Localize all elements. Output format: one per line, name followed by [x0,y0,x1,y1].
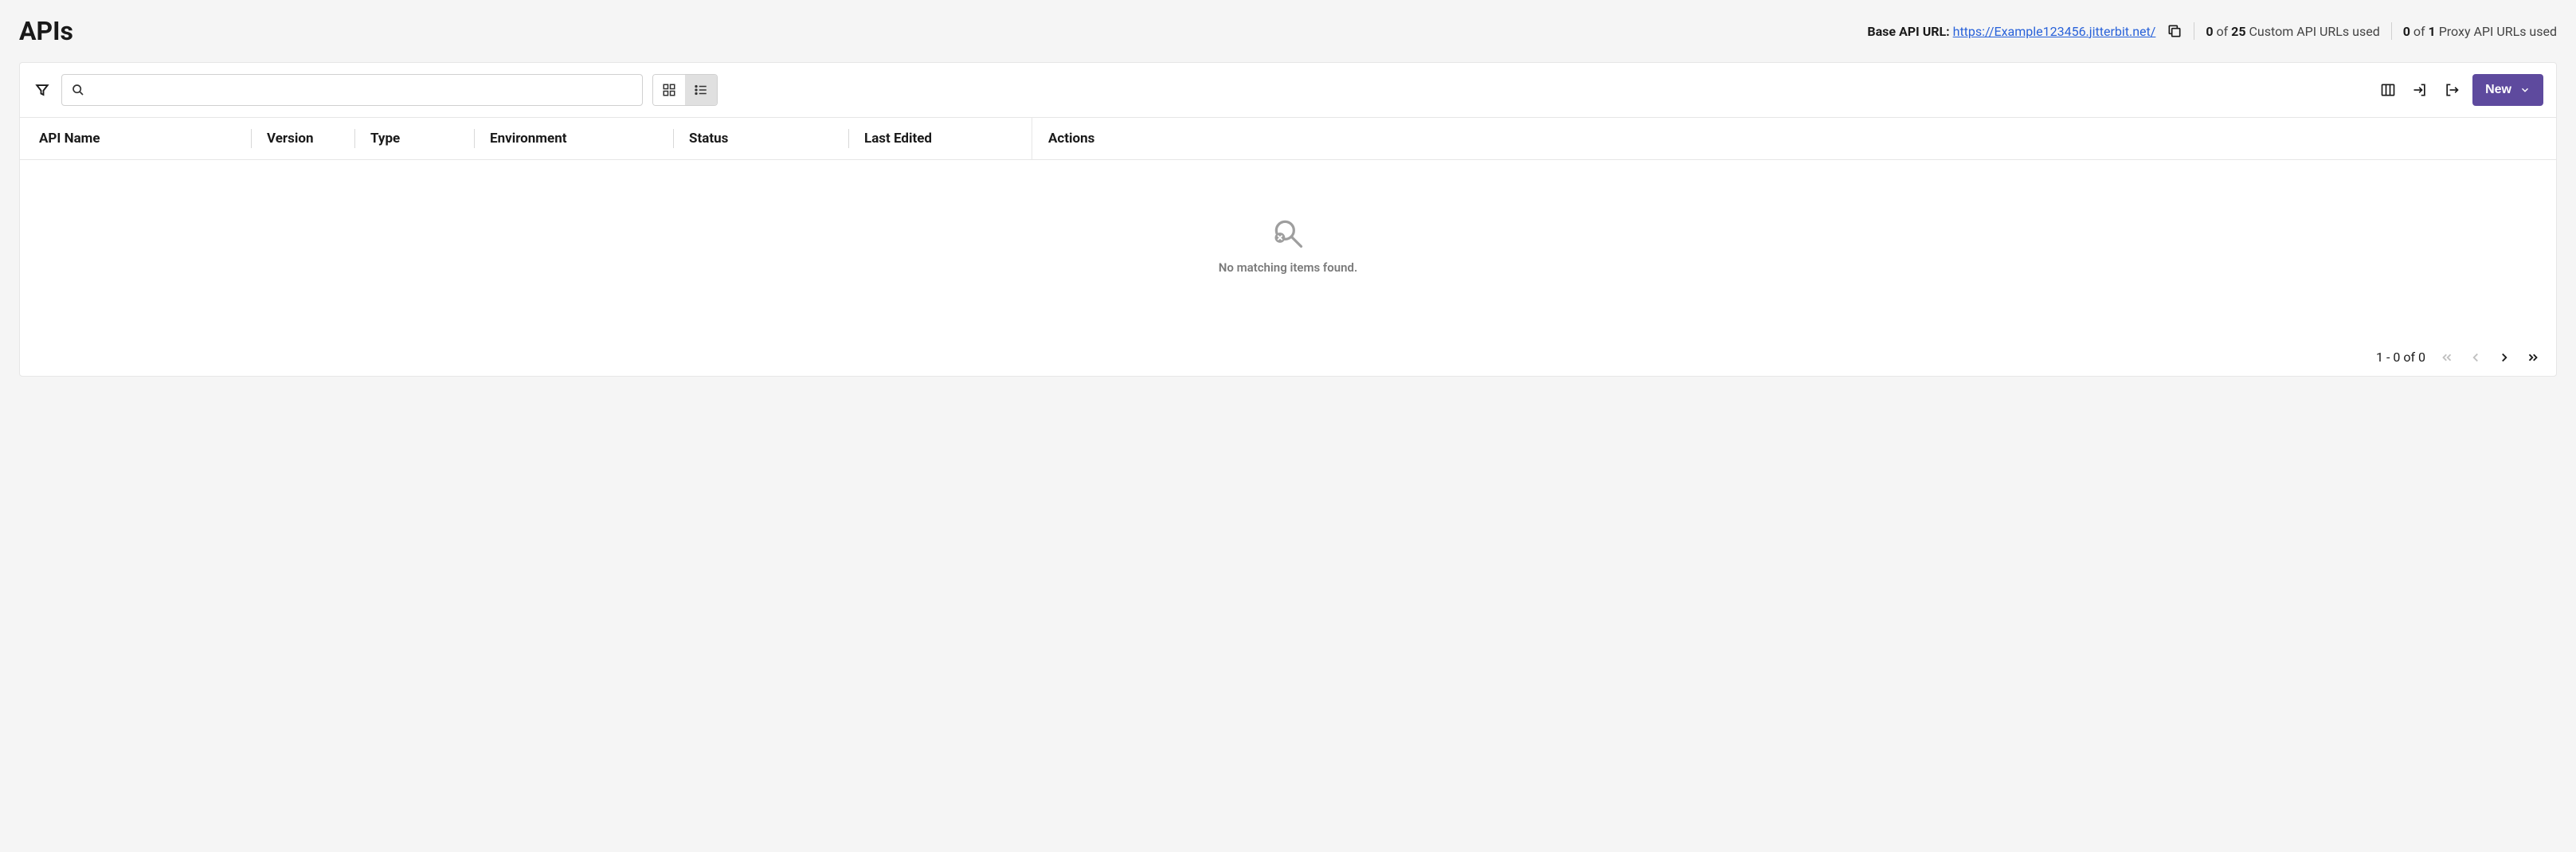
custom-api-usage: 0 of 25 Custom API URLs used [2206,24,2379,39]
toolbar: New [20,63,2556,117]
list-view-button[interactable] [685,75,717,105]
copy-icon[interactable] [2167,23,2183,39]
table-header: API Name Version Type Environment Status… [20,117,2556,160]
new-button[interactable]: New [2472,74,2543,106]
base-url-group: Base API URL: https://Example123456.jitt… [1867,24,2155,39]
base-url-link[interactable]: https://Example123456.jitterbit.net/ [1953,24,2156,39]
chevron-down-icon [2519,84,2531,96]
apis-panel: New API Name Version Type Environment St… [19,62,2557,377]
empty-state-text: No matching items found. [1219,260,1357,275]
column-type[interactable]: Type [354,118,474,159]
next-page-button[interactable] [2497,350,2511,365]
column-last-edited[interactable]: Last Edited [848,118,1032,159]
search-input[interactable] [91,84,632,97]
search-icon [72,84,84,96]
column-actions: Actions [1032,118,2556,159]
filter-icon[interactable] [33,80,52,100]
pagination-bar: 1 - 0 of 0 [20,338,2556,376]
page-title: APIs [19,16,73,46]
grid-view-button[interactable] [653,75,685,105]
last-page-button[interactable] [2526,350,2540,365]
import-icon[interactable] [2409,79,2431,101]
column-environment[interactable]: Environment [474,118,673,159]
header-stats: Base API URL: https://Example123456.jitt… [1867,22,2557,40]
first-page-button[interactable] [2440,350,2454,365]
column-status[interactable]: Status [673,118,848,159]
prev-page-button[interactable] [2468,350,2483,365]
divider [2391,22,2392,40]
base-url-label: Base API URL: [1867,24,1949,39]
new-button-label: New [2485,83,2511,97]
view-toggle [652,74,718,106]
export-icon[interactable] [2441,79,2463,101]
columns-icon[interactable] [2377,79,2399,101]
no-results-icon [1270,216,1306,254]
pagination-range: 1 - 0 of 0 [2376,350,2425,365]
search-box[interactable] [61,74,643,106]
column-api-name[interactable]: API Name [20,118,251,159]
column-version[interactable]: Version [251,118,354,159]
empty-state: No matching items found. [20,160,2556,338]
proxy-api-usage: 0 of 1 Proxy API URLs used [2403,24,2557,39]
